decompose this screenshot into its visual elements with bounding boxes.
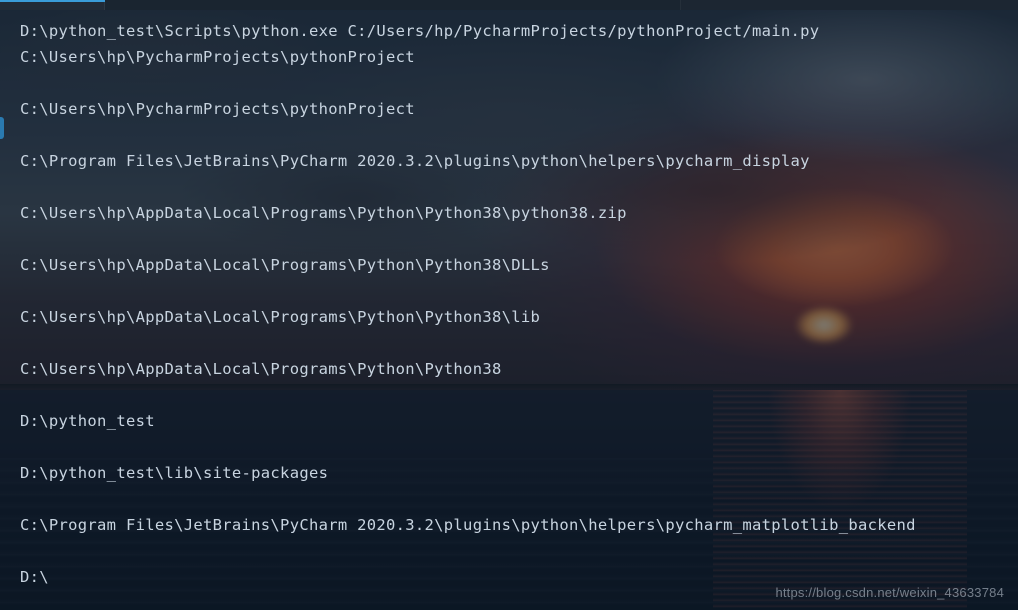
active-tab-indicator bbox=[0, 0, 105, 2]
output-line: C:\Users\hp\PycharmProjects\pythonProjec… bbox=[20, 96, 1008, 122]
output-line: C:\Users\hp\AppData\Local\Programs\Pytho… bbox=[20, 200, 1008, 226]
console-output[interactable]: D:\python_test\Scripts\python.exe C:/Use… bbox=[20, 18, 1008, 590]
output-line: D:\python_test\Scripts\python.exe C:/Use… bbox=[20, 18, 1008, 44]
output-line: C:\Program Files\JetBrains\PyCharm 2020.… bbox=[20, 512, 1008, 538]
output-line: C:\Users\hp\AppData\Local\Programs\Pytho… bbox=[20, 304, 1008, 330]
output-line: C:\Users\hp\PycharmProjects\pythonProjec… bbox=[20, 44, 1008, 70]
blank-line bbox=[20, 278, 1008, 304]
blank-line bbox=[20, 538, 1008, 564]
output-line: D:\python_test\lib\site-packages bbox=[20, 460, 1008, 486]
blank-line bbox=[20, 434, 1008, 460]
blank-line bbox=[20, 226, 1008, 252]
blank-line bbox=[20, 174, 1008, 200]
watermark: https://blog.csdn.net/weixin_43633784 bbox=[775, 585, 1004, 600]
blank-line bbox=[20, 70, 1008, 96]
tab-bar bbox=[0, 0, 1018, 10]
output-line: C:\Users\hp\AppData\Local\Programs\Pytho… bbox=[20, 356, 1008, 382]
gutter-marker[interactable] bbox=[0, 117, 4, 139]
output-line: C:\Program Files\JetBrains\PyCharm 2020.… bbox=[20, 148, 1008, 174]
blank-line bbox=[20, 122, 1008, 148]
blank-line bbox=[20, 486, 1008, 512]
inactive-tab[interactable] bbox=[680, 0, 1018, 10]
blank-line bbox=[20, 382, 1008, 408]
blank-line bbox=[20, 330, 1008, 356]
output-line: C:\Users\hp\AppData\Local\Programs\Pytho… bbox=[20, 252, 1008, 278]
output-line: D:\python_test bbox=[20, 408, 1008, 434]
